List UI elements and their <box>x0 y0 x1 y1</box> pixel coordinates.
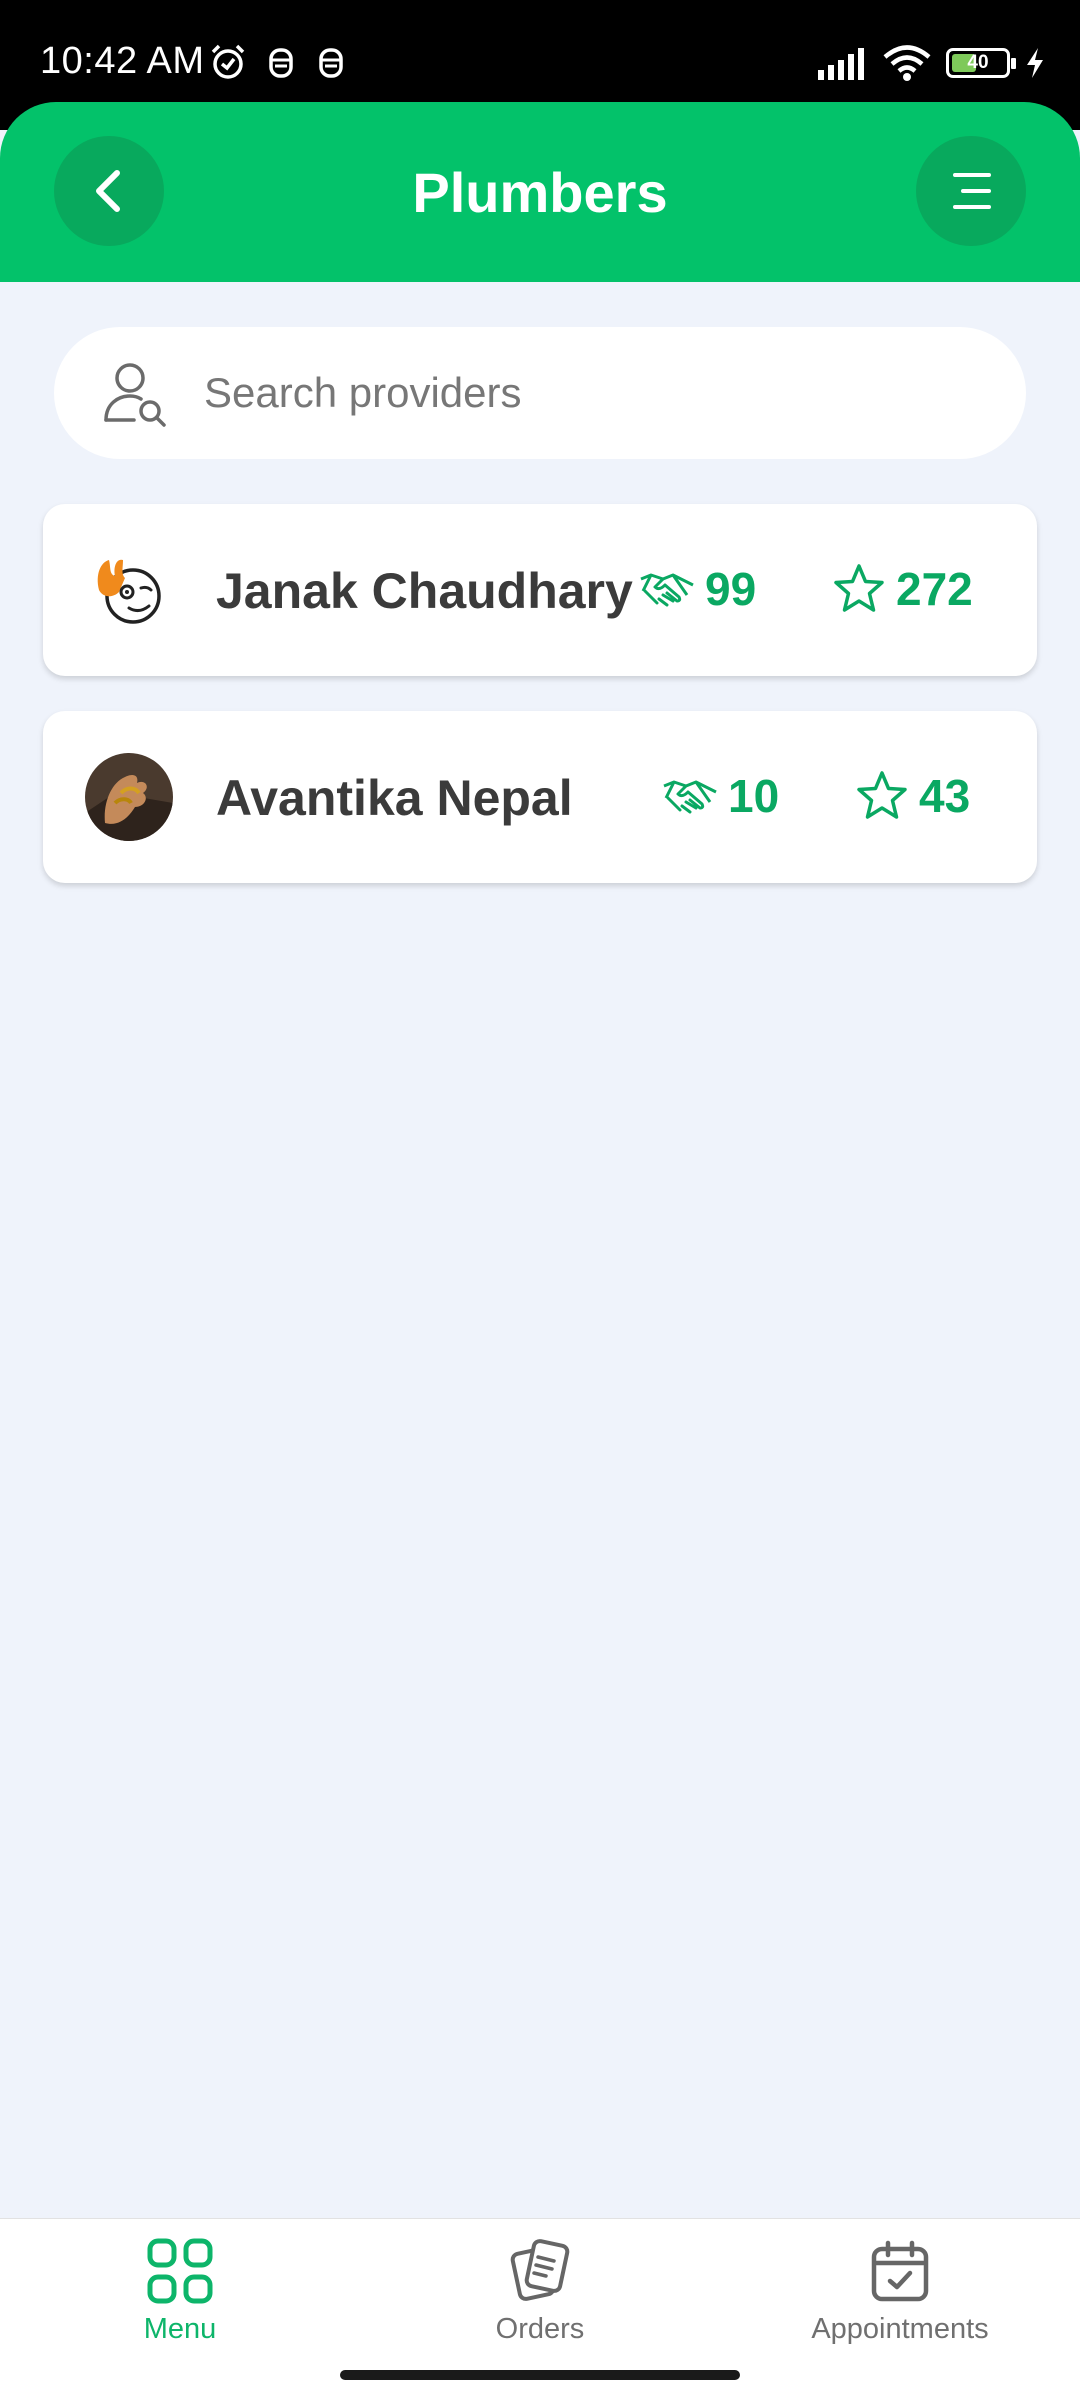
charging-icon <box>1027 48 1043 78</box>
provider-card[interactable]: Avantika Nepal 10 43 <box>43 711 1037 883</box>
battery-level: 40 <box>967 52 989 73</box>
provider-name: Janak Chaudhary <box>216 563 633 619</box>
provider-orders: 10 <box>662 769 779 823</box>
menu-lines-icon <box>953 173 991 209</box>
search-icon-wrap <box>100 358 200 428</box>
alarm-icon <box>211 44 245 79</box>
nav-label-menu: Menu <box>143 2313 217 2345</box>
signal-icon <box>818 48 864 80</box>
status-right-icons: 40 <box>816 44 1046 82</box>
app-header: Plumbers <box>0 102 1080 282</box>
hand-logo-avatar <box>85 546 173 634</box>
handshake-icon <box>640 573 694 607</box>
provider-card[interactable]: Janak Chaudhary 99 272 <box>43 504 1037 676</box>
provider-orders: 99 <box>639 562 756 616</box>
grid-icon <box>147 2238 213 2304</box>
rating-count: 43 <box>919 770 971 822</box>
search-input[interactable] <box>204 369 984 417</box>
avatar <box>85 753 173 841</box>
provider-rating: 272 <box>832 562 973 616</box>
notification-icon <box>269 48 293 78</box>
nav-item-menu[interactable]: Menu <box>50 2237 310 2346</box>
home-indicator <box>340 2370 740 2380</box>
calendar-check-icon <box>871 2240 929 2302</box>
provider-rating: 43 <box>855 769 970 823</box>
nav-item-appointments[interactable]: Appointments <box>770 2237 1030 2346</box>
nav-label-appointments: Appointments <box>811 2313 989 2345</box>
orders-icon <box>510 2239 570 2301</box>
provider-name: Avantika Nepal <box>216 770 573 826</box>
notification-icon <box>319 48 343 78</box>
wifi-icon <box>883 45 931 81</box>
star-icon <box>857 771 907 819</box>
menu-button[interactable] <box>916 136 1026 246</box>
nav-item-orders[interactable]: Orders <box>410 2237 670 2346</box>
orders-count: 99 <box>705 563 757 615</box>
handshake-icon <box>663 780 717 814</box>
photo-avatar <box>85 753 173 841</box>
search-bar[interactable] <box>54 327 1026 459</box>
orders-count: 10 <box>728 770 780 822</box>
battery-icon: 40 <box>946 48 1016 78</box>
avatar <box>85 546 173 634</box>
star-icon <box>834 564 884 612</box>
user-search-icon <box>104 363 166 427</box>
rating-count: 272 <box>896 563 973 615</box>
status-left-icons <box>208 42 348 82</box>
nav-label-orders: Orders <box>495 2313 585 2345</box>
status-time: 10:42 AM <box>40 40 205 82</box>
